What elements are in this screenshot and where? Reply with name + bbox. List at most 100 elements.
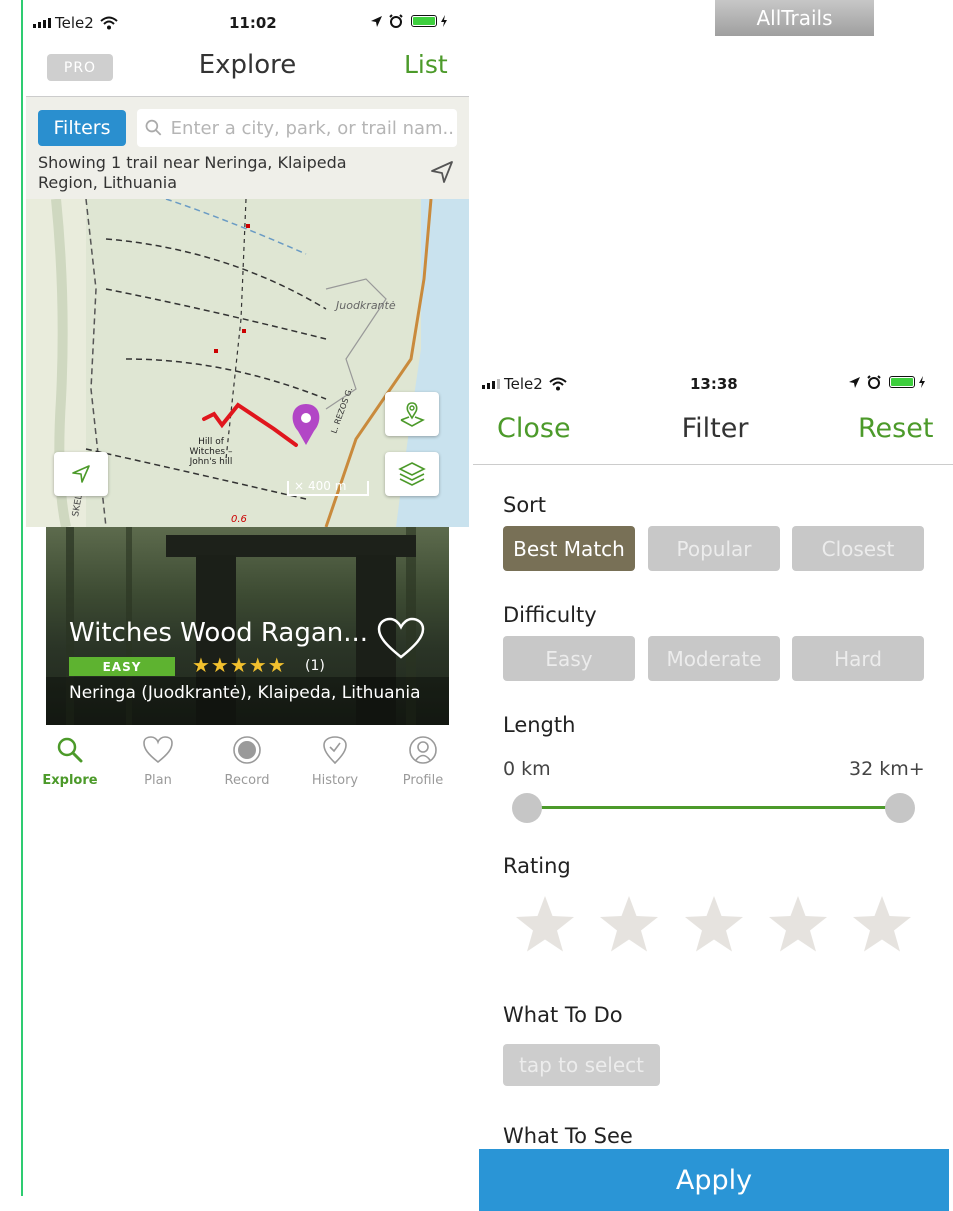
- difficulty-hard-button[interactable]: Hard: [792, 636, 924, 681]
- tab-explore[interactable]: Explore: [30, 735, 110, 788]
- page-title: Explore: [198, 50, 297, 80]
- length-slider-max-handle[interactable]: [885, 793, 915, 823]
- what-to-see-heading: What To See: [503, 1124, 633, 1146]
- location-arrow-icon: [72, 465, 90, 483]
- charging-icon: [919, 376, 925, 388]
- wifi-icon: [100, 16, 118, 30]
- list-button[interactable]: List: [404, 50, 448, 79]
- trail-map[interactable]: Juodkrantė Hill of Witches – John's hill…: [26, 199, 469, 527]
- map-landmark-label-3: John's hill: [189, 457, 233, 467]
- alarm-icon: [389, 14, 403, 28]
- length-min-label: 0 km: [503, 758, 551, 780]
- navigate-arrow-icon[interactable]: [430, 160, 454, 184]
- divider-line: [21, 0, 23, 1196]
- search-field[interactable]: [137, 109, 457, 147]
- difficulty-heading: Difficulty: [503, 603, 597, 627]
- rating-star-4[interactable]: [767, 893, 829, 959]
- close-button[interactable]: Close: [497, 413, 571, 444]
- status-icons-right: [848, 375, 926, 389]
- what-to-do-heading: What To Do: [503, 1003, 623, 1027]
- status-icons-left: [370, 14, 448, 28]
- location-arrow-icon: [371, 15, 382, 27]
- pro-badge-button[interactable]: PRO: [47, 54, 113, 81]
- map-landmark-label-1: Hill of: [198, 437, 225, 447]
- rating-star-2[interactable]: [598, 893, 660, 959]
- reset-button[interactable]: Reset: [858, 413, 933, 444]
- carrier-label: Tele2: [55, 14, 94, 32]
- battery-icon: [411, 15, 437, 27]
- tab-label: History: [311, 773, 359, 788]
- trail-card[interactable]: Witches Wood Ragan... EASY ★★★★★ (1) Ner…: [46, 527, 449, 725]
- battery-icon: [889, 376, 915, 388]
- nav-divider: [473, 464, 953, 465]
- difficulty-badge: EASY: [69, 657, 175, 676]
- length-heading: Length: [503, 713, 576, 737]
- length-slider-min-handle[interactable]: [512, 793, 542, 823]
- map-road-label: L. REZOS G.: [329, 386, 354, 434]
- alltrails-banner: AllTrails: [715, 0, 874, 36]
- rating-star-3[interactable]: [683, 893, 745, 959]
- length-slider-track[interactable]: [527, 806, 901, 809]
- charging-icon: [441, 15, 447, 27]
- rating-count: (1): [305, 658, 325, 674]
- profile-icon: [409, 736, 437, 764]
- sort-popular-button[interactable]: Popular: [648, 526, 780, 571]
- record-icon: [233, 736, 261, 764]
- map-town-label: Juodkrantė: [334, 299, 396, 312]
- status-bar-left: Tele2: [33, 14, 118, 32]
- heart-icon: [143, 736, 173, 764]
- search-input[interactable]: [168, 116, 457, 140]
- trail-name: Witches Wood Ragan...: [69, 618, 369, 648]
- map-pin-toggle-button[interactable]: [385, 392, 439, 436]
- layers-icon: [398, 462, 426, 486]
- status-bar-right: Tele2: [482, 375, 567, 393]
- filters-button[interactable]: Filters: [38, 110, 126, 146]
- map-layers-button[interactable]: [385, 452, 439, 496]
- bottom-tab-bar: Explore Plan Record History Profile: [26, 725, 469, 800]
- sort-heading: Sort: [503, 493, 547, 517]
- signal-icon: [33, 18, 51, 28]
- location-arrow-icon: [849, 376, 860, 388]
- wifi-icon: [549, 377, 567, 391]
- tab-label: Profile: [402, 773, 444, 788]
- signal-icon: [482, 379, 500, 389]
- search-icon: [57, 737, 83, 763]
- rating-star-5[interactable]: [851, 893, 913, 959]
- tab-record[interactable]: Record: [207, 735, 287, 788]
- tab-label: Plan: [144, 773, 172, 788]
- tab-plan[interactable]: Plan: [118, 735, 198, 788]
- what-to-do-select-button[interactable]: tap to select: [503, 1044, 660, 1086]
- location-pin-icon: [400, 402, 425, 427]
- svg-text:×: ×: [294, 479, 304, 493]
- status-time-right: 13:38: [690, 375, 738, 393]
- scale-bar: × 400 m: [287, 479, 369, 496]
- tab-history[interactable]: History: [295, 735, 375, 788]
- showing-results-text: Showing 1 trail near Neringa, Klaipeda R…: [38, 153, 347, 192]
- locate-me-button[interactable]: [54, 452, 108, 496]
- rating-heading: Rating: [503, 854, 571, 878]
- star-icon: [685, 896, 743, 952]
- map-landmark-label-2: Witches –: [190, 447, 233, 457]
- status-time-left: 11:02: [229, 14, 277, 32]
- apply-button[interactable]: Apply: [479, 1149, 949, 1211]
- star-icon: [853, 896, 911, 952]
- rating-star-1[interactable]: [514, 893, 576, 959]
- difficulty-moderate-button[interactable]: Moderate: [648, 636, 780, 681]
- star-icon: [769, 896, 827, 952]
- length-max-label: 32 km+: [849, 758, 925, 780]
- history-icon: [323, 736, 347, 765]
- trail-pin-icon[interactable]: [292, 404, 320, 445]
- search-icon: [145, 119, 162, 136]
- star-icon: [600, 896, 658, 952]
- favorite-heart-icon[interactable]: [376, 617, 426, 665]
- alarm-icon: [867, 375, 881, 389]
- tab-label: Explore: [42, 773, 98, 788]
- tab-profile[interactable]: Profile: [383, 735, 463, 788]
- tab-label: Record: [224, 773, 270, 788]
- trail-location: Neringa (Juodkrantė), Klaipeda, Lithuani…: [69, 683, 421, 703]
- sort-closest-button[interactable]: Closest: [792, 526, 924, 571]
- sort-best-match-button[interactable]: Best Match: [503, 526, 635, 571]
- filter-title: Filter: [681, 413, 749, 444]
- difficulty-easy-button[interactable]: Easy: [503, 636, 635, 681]
- star-icon: [516, 896, 574, 952]
